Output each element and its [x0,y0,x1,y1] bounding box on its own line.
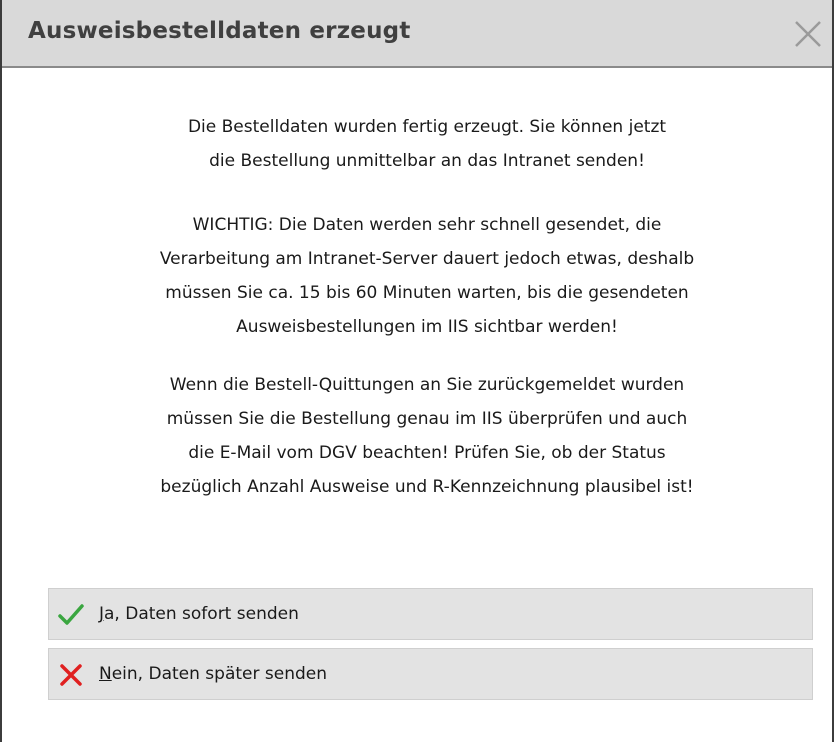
dialog-titlebar: Ausweisbestelldaten erzeugt [2,0,832,68]
message-line: bezüglich Anzahl Ausweise und R-Kennzeic… [160,477,694,497]
send-later-label-text: ein, Daten später senden [111,664,327,684]
close-icon [795,21,821,47]
message-paragraph-3: Wenn die Bestell-Quittungen an Sie zurüc… [62,368,792,504]
send-now-label: Ja, Daten sofort senden [99,604,299,624]
message-paragraph-2: WICHTIG: Die Daten werden sehr schnell g… [62,208,792,344]
checkmark-icon [58,604,84,625]
dialog-title: Ausweisbestelldaten erzeugt [28,18,411,44]
dialog-window: Ausweisbestelldaten erzeugt Die Bestelld… [0,0,834,742]
message-paragraph-1: Die Bestelldaten wurden fertig erzeugt. … [62,110,792,178]
message-line: Die Bestelldaten wurden fertig erzeugt. … [187,117,667,137]
accelerator-key: N [99,664,112,684]
send-now-label-text: a, Daten sofort senden [104,604,299,624]
message-line: WICHTIG: Die Daten werden sehr schnell g… [192,215,662,235]
send-now-button[interactable]: Ja, Daten sofort senden [48,588,813,640]
cross-icon [60,664,82,686]
send-later-button[interactable]: Nein, Daten später senden [48,648,813,700]
close-button[interactable] [788,14,828,54]
message-line: die E-Mail vom DGV beachten! Prüfen Sie,… [188,443,666,463]
message-line: Ausweisbestellungen im IIS sichtbar werd… [236,317,618,337]
message-line: müssen Sie die Bestellung genau im IIS ü… [166,409,688,429]
message-line: müssen Sie ca. 15 bis 60 Minuten warten,… [165,283,689,303]
message-line: Verarbeitung am Intranet-Server dauert j… [159,249,695,269]
message-line: die Bestellung unmittelbar an das Intran… [209,151,645,171]
send-later-label: Nein, Daten später senden [99,664,327,684]
message-line: Wenn die Bestell-Quittungen an Sie zurüc… [169,375,685,395]
